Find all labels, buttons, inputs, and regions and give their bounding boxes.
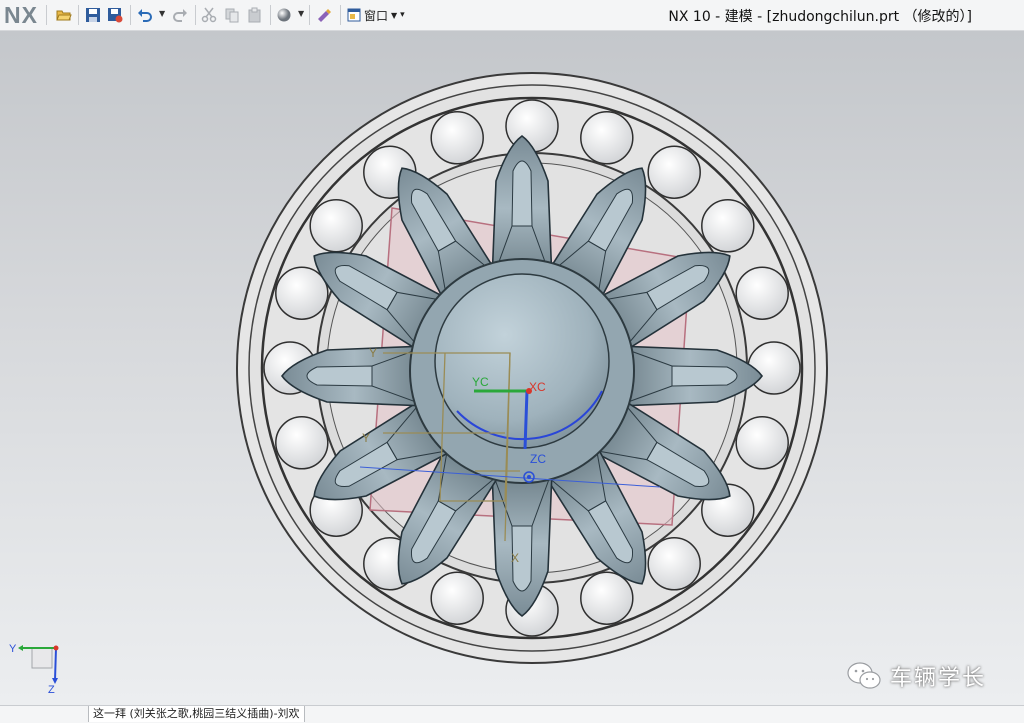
bearing-roller[interactable] [580, 571, 634, 625]
render-style-dropdown-arrow[interactable]: ▼ [298, 8, 304, 20]
window-menu[interactable]: 窗口 ▼ ▾ [347, 4, 405, 26]
folder-open-icon [56, 10, 72, 21]
toolbar-separator [270, 5, 271, 25]
toolbar-separator [340, 5, 341, 25]
view-triad[interactable]: Y Z [6, 636, 62, 694]
bearing-roller[interactable] [647, 537, 701, 591]
undo-icon [138, 9, 152, 22]
save-icon [86, 8, 100, 22]
bearing-roller[interactable] [735, 416, 789, 470]
undo-dropdown-arrow[interactable]: ▼ [159, 8, 165, 20]
quick-access-customize-arrow[interactable]: ▾ [400, 10, 405, 20]
label-zc: ZC [530, 452, 546, 466]
save-all-button[interactable] [105, 5, 125, 25]
watermark-text: 车辆学长 [890, 666, 987, 691]
bearing-roller[interactable] [275, 266, 329, 320]
watermark: 车辆学长 [846, 660, 986, 692]
copy-button[interactable] [222, 5, 242, 25]
label-x: X [511, 551, 519, 565]
save-all-icon [108, 8, 123, 23]
bearing-roller[interactable] [580, 111, 634, 165]
toolbar-separator [78, 5, 79, 25]
label-yc: YC [472, 375, 489, 389]
render-style-button[interactable] [274, 5, 294, 25]
undo-button[interactable] [135, 5, 155, 25]
triad-label-y: Y [9, 643, 17, 655]
title-bar: NX ▼ ▼ 窗口 ▼ ▾ NX 10 - 建模 - [zhudongchilu… [0, 0, 1024, 31]
scissors-icon [201, 7, 217, 23]
bearing-roller[interactable] [430, 571, 484, 625]
window-menu-label: 窗口 [364, 8, 389, 23]
toolbar-separator [309, 5, 310, 25]
open-button[interactable] [54, 5, 74, 25]
window-icon [347, 8, 361, 22]
save-button[interactable] [83, 5, 103, 25]
redo-icon [173, 9, 187, 22]
toolbar-separator [46, 5, 47, 25]
paste-button[interactable] [245, 5, 265, 25]
redo-button[interactable] [170, 5, 190, 25]
bearing-roller[interactable] [647, 145, 701, 199]
triad-label-z: Z [48, 684, 55, 694]
wechat-icon [847, 662, 881, 689]
status-bar: 这一拜 (刘关张之歌,桃园三结义插曲)-刘欢 [0, 705, 1024, 723]
paste-icon [248, 7, 261, 23]
label-y-top: Y [369, 346, 377, 360]
bearing-roller[interactable] [309, 199, 363, 253]
nx-logo: NX [4, 2, 38, 28]
label-xc: XC [529, 380, 546, 394]
sphere-icon [277, 8, 291, 22]
toolbar-separator [130, 5, 131, 25]
bearing-roller[interactable] [275, 416, 329, 470]
model-view[interactable]: YC XC ZC Y Y X [0, 31, 1024, 705]
copy-icon [225, 8, 239, 23]
window-menu-arrow: ▼ [391, 10, 398, 20]
label-y-bottom: Y [362, 431, 370, 445]
status-text: 这一拜 (刘关张之歌,桃园三结义插曲)-刘欢 [88, 706, 305, 722]
toolbar-separator [195, 5, 196, 25]
edit-object-button[interactable] [314, 5, 334, 25]
gear-hub-face[interactable] [434, 273, 610, 449]
cut-button[interactable] [199, 5, 219, 25]
graphics-window[interactable]: YC XC ZC Y Y X [0, 31, 1024, 705]
bearing-roller[interactable] [430, 111, 484, 165]
brush-icon [318, 9, 331, 22]
bearing-roller[interactable] [735, 266, 789, 320]
bearing-roller[interactable] [701, 199, 755, 253]
window-title: NX 10 - 建模 - [zhudongchilun.prt （修改的）] [668, 9, 972, 25]
bearing-roller[interactable] [747, 341, 801, 395]
